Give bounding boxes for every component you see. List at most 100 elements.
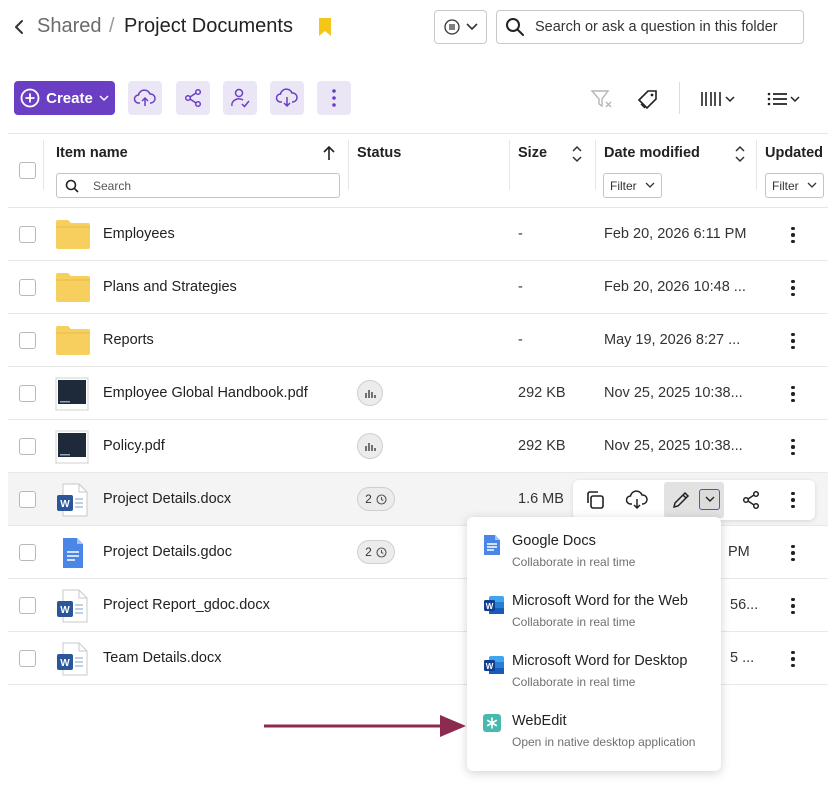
pencil-icon [672,491,690,509]
version-badge[interactable]: 2 [357,540,395,564]
file-name[interactable]: Plans and Strategies [103,279,237,295]
row-more-button[interactable] [785,542,801,564]
column-divider [43,140,44,190]
file-size: - [518,279,523,295]
download-button[interactable] [620,484,654,516]
menu-item-subtitle: Collaborate in real time [512,615,636,629]
row-more-button[interactable] [785,330,801,352]
search-scope-selector[interactable] [434,10,487,44]
date-modified: PM [728,544,750,560]
copy-icon [587,491,604,509]
row-checkbox[interactable] [19,438,36,455]
clear-filter-icon[interactable] [590,88,614,110]
row-more-button[interactable] [785,277,801,299]
row-checkbox[interactable] [19,650,36,667]
column-header-name[interactable]: Item name [56,145,128,161]
chevron-down-icon [645,182,655,188]
columns-menu[interactable] [697,88,739,110]
file-name[interactable]: Employee Global Handbook.pdf [103,385,308,401]
edit-options-dropdown[interactable] [699,489,720,510]
search-icon [506,18,524,36]
file-name[interactable]: Policy.pdf [103,438,165,454]
table-row[interactable]: Employee Global Handbook.pdf 292 KB Nov … [8,367,828,420]
row-more-button[interactable] [785,648,801,670]
menu-item-title: Microsoft Word for the Web [512,593,688,609]
row-more-button[interactable] [785,383,801,405]
version-count: 2 [365,545,372,559]
share-button[interactable] [176,81,210,115]
file-name[interactable]: Employees [103,226,175,242]
file-name[interactable]: Project Details.gdoc [103,544,232,560]
menu-item-word-web[interactable]: W Microsoft Word for the Web Collaborate… [467,582,721,642]
table-row[interactable]: Employees - Feb 20, 2026 6:11 PM [8,208,828,261]
menu-item-title: Microsoft Word for Desktop [512,653,688,669]
breadcrumb-separator: / [109,15,115,37]
updated-filter-dropdown[interactable]: Filter [765,173,824,198]
row-checkbox[interactable] [19,385,36,402]
sort-toggle-icon[interactable] [571,145,583,163]
table-row[interactable]: Policy.pdf 292 KB Nov 25, 2025 10:38... [8,420,828,473]
row-checkbox[interactable] [19,279,36,296]
chevron-down-icon [705,496,714,502]
folder-icon [56,273,90,302]
version-badge[interactable]: 2 [357,487,395,511]
page-title: Project Documents [124,15,293,37]
menu-item-subtitle: Collaborate in real time [512,555,636,569]
column-header-status[interactable]: Status [357,145,401,161]
row-checkbox[interactable] [19,332,36,349]
row-checkbox[interactable] [19,491,36,508]
file-name[interactable]: Team Details.docx [103,650,221,666]
date-modified: Feb 20, 2026 10:48 ... [604,279,746,295]
date-filter-dropdown[interactable]: Filter [603,173,662,198]
copy-button[interactable] [578,484,612,516]
sort-toggle-icon[interactable] [734,145,746,163]
analytics-status-icon[interactable] [357,433,383,459]
name-search-input[interactable]: Search [56,173,340,198]
file-name[interactable]: Reports [103,332,154,348]
request-signature-button[interactable] [223,81,257,115]
toolbar-divider [679,82,680,114]
column-header-updated[interactable]: Updated [765,145,823,161]
create-button[interactable]: Create [14,81,115,115]
tag-icon[interactable] [636,88,660,110]
row-more-button[interactable] [785,224,801,246]
download-button[interactable] [270,81,304,115]
date-modified: Nov 25, 2025 10:38... [604,438,743,454]
file-name[interactable]: Project Details.docx [103,491,231,507]
row-checkbox[interactable] [19,226,36,243]
sort-ascending-icon[interactable] [322,145,336,161]
annotation-arrow-icon [264,715,466,737]
date-modified: 56... [730,597,759,613]
back-arrow-icon[interactable] [10,18,28,36]
table-row[interactable]: Plans and Strategies - Feb 20, 2026 10:4… [8,261,828,314]
chevron-down-icon [790,96,800,103]
select-all-checkbox[interactable] [19,162,36,179]
upload-button[interactable] [128,81,162,115]
folder-search-input[interactable]: Search or ask a question in this folder [496,10,804,44]
google-docs-icon [484,535,500,555]
analytics-status-icon[interactable] [357,380,383,406]
row-more-button[interactable] [785,595,801,617]
file-name[interactable]: Project Report_gdoc.docx [103,597,270,613]
bookmark-icon[interactable] [317,17,333,37]
menu-item-word-desktop[interactable]: W Microsoft Word for Desktop Collaborate… [467,642,721,702]
filter-label: Filter [610,178,637,193]
menu-item-webedit[interactable]: WebEdit Open in native desktop applicati… [467,702,721,762]
edit-button[interactable] [665,484,697,516]
breadcrumb-shared[interactable]: Shared [37,15,102,38]
row-more-button[interactable] [785,436,801,458]
clock-icon [376,546,387,558]
share-button[interactable] [734,484,768,516]
row-checkbox[interactable] [19,597,36,614]
table-row[interactable]: Reports - May 19, 2026 8:27 ... [8,314,828,367]
layout-menu[interactable] [764,88,804,110]
more-actions-button[interactable] [317,81,351,115]
word-document-icon: W [57,642,88,676]
column-header-date-modified[interactable]: Date modified [604,145,700,161]
menu-item-google-docs[interactable]: Google Docs Collaborate in real time [467,522,721,582]
column-divider [756,140,757,190]
column-header-size[interactable]: Size [518,145,547,161]
row-checkbox[interactable] [19,544,36,561]
file-size: - [518,226,523,242]
row-more-button[interactable] [785,489,801,511]
